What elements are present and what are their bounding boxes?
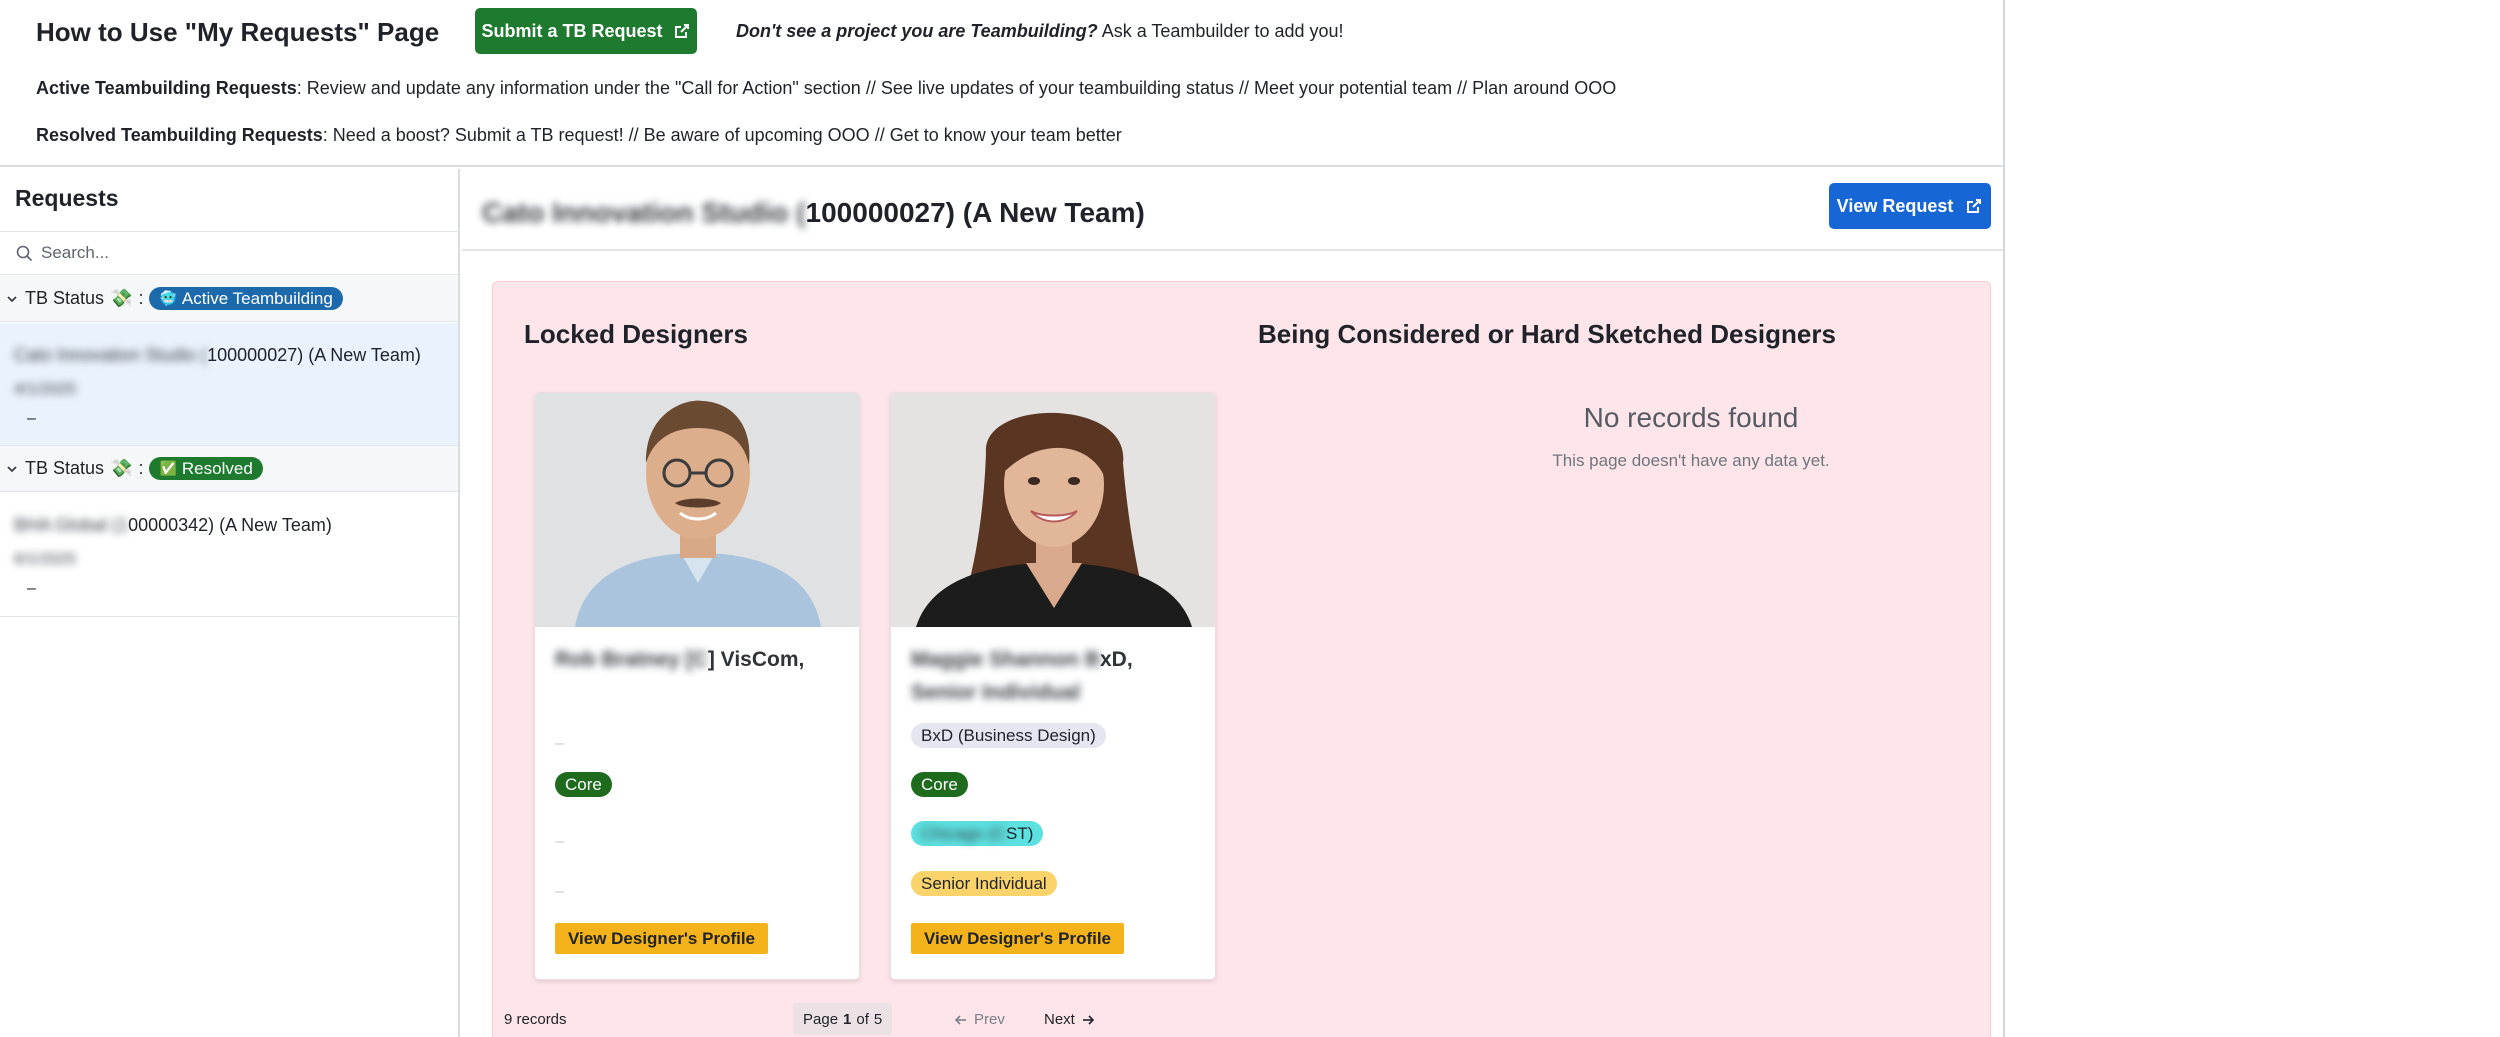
app-window: How to Use "My Requests" Page Submit a T…: [0, 0, 2005, 1037]
status-badge-label: Active Teambuilding: [181, 288, 333, 308]
designer-name-visible: xD,: [1100, 648, 1133, 671]
check-mark-icon: ✅: [159, 460, 177, 476]
page-indicator: Page 1 of 5: [793, 1003, 893, 1035]
location-redacted: Chicago (C: [921, 823, 1007, 843]
total-pages: 5: [873, 1010, 883, 1028]
arrow-right-icon: [1082, 1014, 1094, 1025]
empty-field: –: [555, 833, 564, 850]
designer-photo: [891, 393, 1215, 627]
detail-title-redacted: Cato Innovation Studio (: [482, 197, 806, 228]
empty-field: –: [555, 735, 564, 752]
sidebar-title: Requests: [15, 185, 119, 211]
next-page-button[interactable]: Next: [1044, 1011, 1095, 1028]
search-bar[interactable]: [0, 231, 458, 275]
empty-field: –: [555, 883, 564, 900]
core-tag: Core: [911, 772, 968, 797]
of-word: of: [856, 1010, 869, 1028]
view-request-button[interactable]: View Request: [1829, 183, 1991, 229]
location-tag: Chicago (C ST): [911, 821, 1044, 846]
search-input[interactable]: [41, 243, 421, 263]
record-count: 9 records: [504, 1011, 567, 1028]
request-name-redacted: Cato Innovation Studio (: [14, 345, 208, 365]
active-requests-text: : Review and update any information unde…: [296, 78, 1617, 98]
cold-face-icon: 🥶: [159, 290, 177, 306]
current-page: 1: [843, 1010, 852, 1028]
request-date: 4/1/2025: [14, 381, 77, 398]
detail-header: Cato Innovation Studio (100000027) (A Ne…: [462, 169, 2003, 251]
group-prefix: TB Status: [25, 458, 105, 478]
designers-panel: Locked Designers Being Considered or Har…: [492, 281, 1991, 1037]
request-name-visible: 00000342) (A New Team): [128, 515, 332, 535]
core-tag: Core: [555, 772, 612, 797]
designer-portrait-image: [891, 393, 1215, 627]
page-word: Page: [803, 1010, 839, 1028]
locked-designers-title: Locked Designers: [524, 319, 748, 349]
active-requests-guide: Active Teambuilding Requests: Review and…: [36, 76, 1616, 100]
designer-card[interactable]: Maggie Shannon BxD, Senior Individual BxD…: [890, 392, 1216, 980]
view-designer-profile-button[interactable]: View Designer's Profile: [555, 923, 768, 954]
request-item-active[interactable]: Cato Innovation Studio (100000027) (A Ne…: [0, 323, 458, 446]
request-name-redacted: BHA Global (1: [14, 515, 129, 535]
request-item-resolved[interactable]: BHA Global (100000342) (A New Team) 6/1/…: [0, 493, 458, 617]
designer-title-redacted: Senior Individual: [911, 681, 1081, 704]
resolved-requests-guide: Resolved Teambuilding Requests: Need a b…: [36, 123, 1122, 147]
status-badge-resolved: ✅ Resolved: [149, 457, 263, 480]
view-request-label: View Request: [1836, 195, 1954, 216]
pagination-bar: 9 records Page 1 of 5 Prev Next: [504, 1003, 1204, 1037]
requests-sidebar: Requests TB Status 💸: 🥶 Active Teambuild…: [0, 169, 460, 1037]
view-designer-profile-button[interactable]: View Designer's Profile: [911, 923, 1124, 954]
detail-title: Cato Innovation Studio (100000027) (A Ne…: [482, 195, 1145, 231]
arrow-left-icon: [954, 1014, 966, 1025]
request-dash: –: [27, 410, 36, 427]
status-badge-active: 🥶 Active Teambuilding: [149, 287, 343, 310]
external-link-icon: [1967, 199, 1982, 213]
chevron-down-icon: [7, 465, 17, 472]
request-name: BHA Global (100000342) (A New Team): [14, 513, 332, 537]
request-name: Cato Innovation Studio (100000027) (A Ne…: [14, 343, 421, 367]
empty-state-title: No records found: [1583, 402, 1799, 433]
considered-designers-title: Being Considered or Hard Sketched Design…: [1258, 319, 1836, 349]
designer-name: Maggie Shannon BxD, Senior Individual: [911, 643, 1201, 709]
chevron-down-icon: [7, 295, 17, 302]
level-tag: Senior Individual: [911, 871, 1057, 896]
designer-name-redacted: Maggie Shannon B: [911, 648, 1100, 671]
request-date: 6/1/2025: [14, 551, 77, 568]
submit-tb-request-button[interactable]: Submit a TB Request: [475, 8, 697, 54]
money-emoji-icon: 💸: [110, 288, 133, 308]
resolved-requests-label: Resolved Teambuilding Requests: [36, 125, 323, 145]
detail-title-visible: 100000027) (A New Team): [805, 197, 1145, 228]
active-requests-label: Active Teambuilding Requests: [36, 78, 297, 98]
request-name-visible: 100000027) (A New Team): [207, 345, 421, 365]
submit-button-label: Submit a TB Request: [481, 20, 663, 41]
request-dash: –: [27, 580, 36, 597]
location-visible: ST): [1006, 823, 1034, 843]
page-title: How to Use "My Requests" Page: [36, 17, 440, 47]
empty-state-subtitle: This page doesn't have any data yet.: [1552, 451, 1830, 470]
note-question: Don't see a project you are Teambuilding…: [736, 21, 1098, 41]
guide-banner: How to Use "My Requests" Page Submit a T…: [0, 0, 2003, 167]
designer-name-visible: ] VisCom,: [707, 648, 805, 671]
designer-name-redacted: Rob Bratney [C: [555, 648, 708, 671]
request-detail: Cato Innovation Studio (100000027) (A Ne…: [462, 169, 2003, 1037]
note-instruction: Ask a Teambuilder to add you!: [1101, 21, 1344, 41]
prev-label: Prev: [974, 1011, 1005, 1028]
group-header-resolved[interactable]: TB Status 💸: ✅ Resolved: [0, 446, 458, 492]
search-icon: [16, 245, 33, 261]
next-label: Next: [1044, 1011, 1075, 1028]
teambuilder-note: Don't see a project you are Teambuilding…: [736, 19, 1344, 43]
discipline-tag: BxD (Business Design): [911, 723, 1106, 748]
designer-portrait-image: [535, 393, 859, 627]
status-badge-label: Resolved: [181, 458, 253, 478]
group-header-active[interactable]: TB Status 💸: 🥶 Active Teambuilding: [0, 276, 458, 322]
designer-name: Rob Bratney [C] VisCom,: [555, 643, 845, 676]
external-link-icon: [674, 24, 689, 38]
money-emoji-icon: 💸: [110, 458, 133, 478]
prev-page-button[interactable]: Prev: [954, 1011, 1005, 1028]
resolved-requests-text: : Need a boost? Submit a TB request! // …: [322, 125, 1122, 145]
designer-photo: [535, 393, 859, 627]
group-prefix: TB Status: [25, 288, 105, 308]
designer-card[interactable]: Rob Bratney [C] VisCom, – Core – – View …: [534, 392, 860, 980]
